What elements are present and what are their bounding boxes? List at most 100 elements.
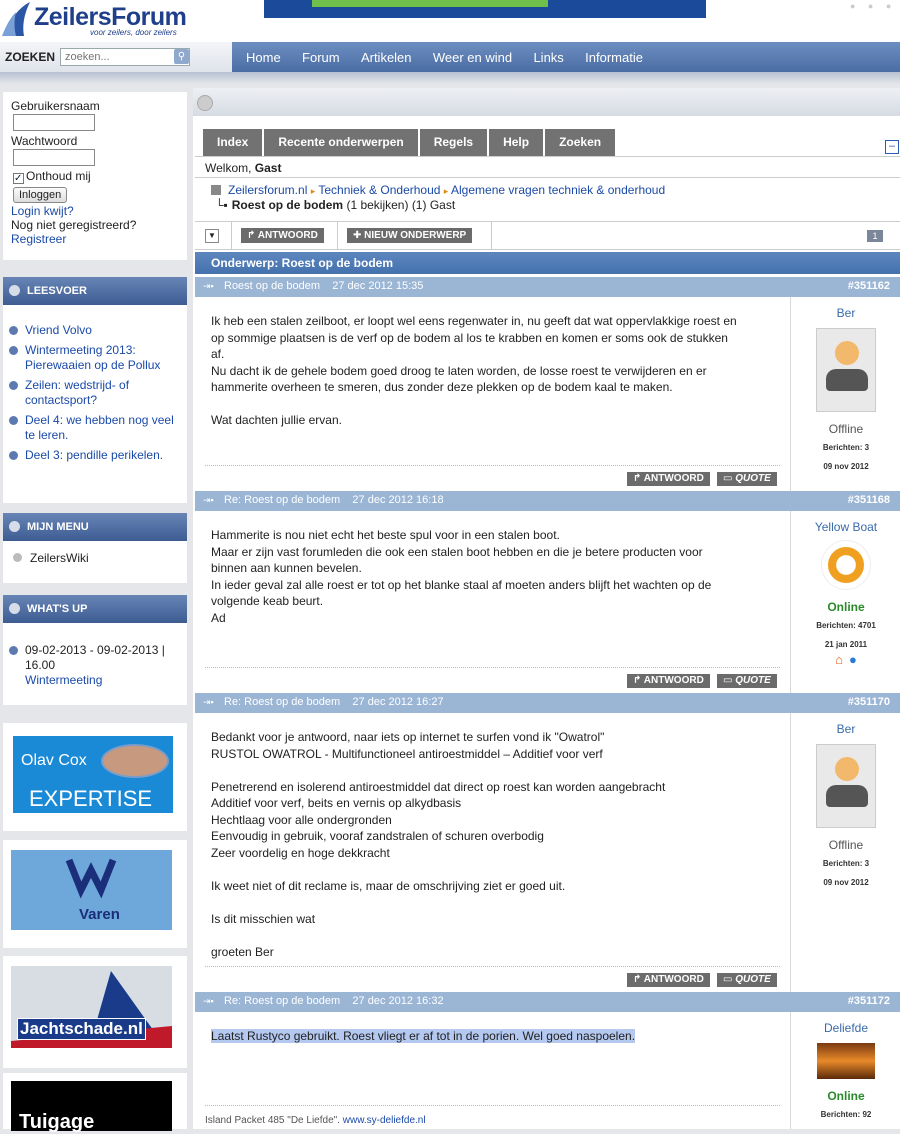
author-post-count: Berichten: 4701 — [816, 621, 876, 630]
signature-link[interactable]: www.sy-deliefde.nl — [343, 1115, 426, 1126]
portrait-image — [101, 744, 169, 778]
search-input[interactable] — [60, 48, 190, 66]
nav-informatie[interactable]: Informatie — [585, 50, 643, 65]
nav-links[interactable]: Links — [533, 50, 563, 65]
breadcrumb-subcategory[interactable]: Algemene vragen techniek & onderhoud — [451, 183, 665, 197]
tuigage-ad[interactable]: Tuigage — [3, 1073, 187, 1133]
post-quote-button[interactable]: ▭ QUOTE — [717, 472, 777, 486]
author-status: Online — [827, 600, 865, 614]
register-link[interactable]: Registreer — [11, 232, 66, 246]
remember-checkbox[interactable]: ✓ — [13, 173, 24, 184]
password-label: Wachtwoord — [11, 134, 78, 148]
leesvoer-link[interactable]: Deel 3: pendille perikelen. — [25, 448, 163, 462]
post-author: Deliefde Online Berichten: 92 — [792, 1012, 900, 1119]
tree-branch-icon: └▪ — [215, 198, 228, 212]
post-signature: Island Packet 485 "De Liefde". www.sy-de… — [205, 1113, 426, 1130]
leesvoer-link[interactable]: Wintermeeting 2013: Pierewaaien op de Po… — [25, 343, 160, 372]
nav-artikelen[interactable]: Artikelen — [361, 50, 412, 65]
nav-home[interactable]: Home — [246, 50, 281, 65]
top-banner-ad[interactable] — [264, 0, 706, 18]
tab-recente-onderwerpen[interactable]: Recente onderwerpen — [264, 129, 418, 156]
event-link[interactable]: Wintermeeting — [25, 673, 102, 687]
post: ⇥▪ Re: Roest op de bodem 27 dec 2012 16:1… — [195, 491, 900, 693]
post-header: ⇥▪ Re: Roest op de bodem 27 dec 2012 16:3… — [195, 992, 900, 1012]
breadcrumb-category[interactable]: Techniek & Onderhoud — [318, 183, 440, 197]
forgot-login-link[interactable]: Login kwijt? — [11, 204, 74, 218]
collapse-icon[interactable]: – — [885, 140, 899, 154]
leesvoer-item: Deel 4: we hebben nog veel te leren. — [9, 413, 179, 443]
leesvoer-link[interactable]: Vriend Volvo — [25, 323, 92, 337]
whats-up-header[interactable]: WHAT'S UP — [3, 595, 187, 623]
post-icon: ⇥▪ — [203, 697, 214, 707]
author-joined: 21 jan 2011 — [824, 640, 868, 649]
post-reply-button[interactable]: ↱ ANTWOORD — [627, 472, 710, 486]
breadcrumb-arrow-icon: ▸ — [310, 186, 316, 196]
forum-main: Index Recente onderwerpen Regels Help Zoeken… — [193, 88, 900, 1129]
post-body: Laatst Rustyco gebruikt. Roest vliegt er… — [195, 1012, 791, 1129]
post-id[interactable]: #351172 — [848, 995, 890, 1007]
post-id[interactable]: #351170 — [848, 696, 890, 708]
username-label: Gebruikersnaam — [11, 99, 100, 113]
tab-help[interactable]: Help — [489, 129, 544, 156]
dropdown-icon[interactable]: ▼ — [205, 229, 219, 243]
post-quote-button[interactable]: ▭ QUOTE — [717, 973, 777, 987]
post-reply-button[interactable]: ↱ ANTWOORD — [627, 973, 710, 987]
author-name[interactable]: Deliefde — [792, 1021, 900, 1035]
post-text: Hammerite is nou niet echt het beste spu… — [211, 528, 712, 625]
post-date: 27 dec 2012 15:35 — [332, 280, 424, 292]
zeilerswiki-link[interactable]: ZeilersWiki — [3, 541, 187, 565]
search-icon[interactable]: ⚲ — [174, 49, 189, 64]
post-title[interactable]: Re: Roest op de bodem — [224, 494, 340, 506]
login-panel: Gebruikersnaam Wachtwoord ✓ Onthoud mij I… — [3, 92, 187, 260]
leesvoer-link[interactable]: Zeilen: wedstrijd- of contactsport? — [25, 378, 129, 407]
varen-ad[interactable]: Varen — [3, 840, 187, 948]
author-joined: 09 nov 2012 — [823, 878, 869, 887]
window-controls-icon[interactable]: ● ● ● — [850, 1, 896, 11]
top-header: ZeilersForum voor zeilers, door zeilers … — [0, 0, 900, 42]
new-topic-button[interactable]: ✚ NIEUW ONDERWERP — [347, 228, 473, 243]
reply-button[interactable]: ↱ ANTWOORD — [241, 228, 324, 243]
author-name[interactable]: Ber — [792, 306, 900, 320]
password-field[interactable] — [13, 149, 95, 166]
jachtschade-ad[interactable]: Jachtschade.nl — [3, 956, 187, 1068]
leesvoer-link[interactable]: Deel 4: we hebben nog veel te leren. — [25, 413, 174, 442]
mijn-menu-header[interactable]: MIJN MENU — [3, 513, 187, 541]
tab-zoeken[interactable]: Zoeken — [545, 129, 616, 156]
leesvoer-item: Wintermeeting 2013: Pierewaaien op de Po… — [9, 343, 179, 373]
leesvoer-header[interactable]: LEESVOER — [3, 277, 187, 305]
mijn-menu-panel: MIJN MENU ZeilersWiki — [3, 513, 187, 583]
post-title[interactable]: Re: Roest op de bodem — [224, 696, 340, 708]
nav-weer-en-wind[interactable]: Weer en wind — [433, 50, 512, 65]
nav-forum[interactable]: Forum — [302, 50, 340, 65]
post-title[interactable]: Re: Roest op de bodem — [224, 995, 340, 1007]
globe-icon[interactable]: ● — [849, 652, 857, 667]
logo-slogan: voor zeilers, door zeilers — [90, 28, 177, 37]
event-item: 09-02-2013 - 09-02-2013 | 16.00 Wintermee… — [9, 643, 179, 688]
tab-regels[interactable]: Regels — [419, 129, 488, 156]
author-status: Offline — [828, 422, 864, 436]
post-id[interactable]: #351168 — [848, 494, 890, 506]
author-name[interactable]: Yellow Boat — [792, 520, 900, 534]
nav-shadow — [0, 72, 900, 84]
page-number[interactable]: 1 — [867, 230, 883, 242]
avatar — [817, 1043, 875, 1079]
author-name[interactable]: Ber — [792, 722, 900, 736]
home-icon[interactable]: ⌂ — [835, 652, 843, 667]
login-button[interactable]: Inloggen — [13, 187, 68, 203]
post-id[interactable]: #351162 — [848, 280, 890, 292]
olav-cox-ad[interactable]: Olav Cox EXPERTISE — [3, 723, 187, 831]
username-field[interactable] — [13, 114, 95, 131]
ad-olav-sub: EXPERTISE — [29, 786, 153, 811]
author-post-count: Berichten: 92 — [820, 1110, 872, 1119]
breadcrumb-arrow-icon: ▸ — [443, 186, 449, 196]
tab-index[interactable]: Index — [203, 129, 263, 156]
post: ⇥▪ Re: Roest op de bodem 27 dec 2012 16:3… — [195, 992, 900, 1129]
post-quote-button[interactable]: ▭ QUOTE — [717, 674, 777, 688]
post-text: Laatst Rustyco gebruikt. Roest vliegt er… — [211, 1028, 770, 1045]
post-title[interactable]: Roest op de bodem — [224, 280, 320, 292]
site-logo[interactable]: ZeilersForum voor zeilers, door zeilers — [0, 0, 195, 40]
author-post-count: Berichten: 3 — [822, 859, 870, 868]
post: ⇥▪ Roest op de bodem 27 dec 2012 15:35 #35… — [195, 277, 900, 491]
post-reply-button[interactable]: ↱ ANTWOORD — [627, 674, 710, 688]
breadcrumb-site[interactable]: Zeilersforum.nl — [228, 183, 307, 197]
